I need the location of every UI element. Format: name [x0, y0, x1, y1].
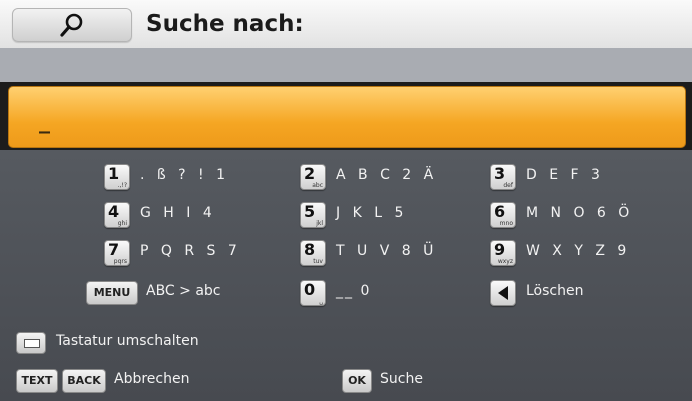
- toggle-key-icon: [16, 332, 46, 354]
- toggle-label: Tastatur umschalten: [56, 333, 199, 349]
- cancel-action[interactable]: TEXT BACK Abbrechen: [16, 368, 246, 396]
- key-4-label: G H I 4: [140, 205, 216, 221]
- menu-case-toggle[interactable]: MENU ABC > abc: [86, 280, 246, 308]
- header-strip: [0, 48, 692, 82]
- search-action[interactable]: OK Suche: [342, 368, 462, 396]
- arrow-left-icon: [498, 286, 508, 300]
- text-button[interactable]: TEXT: [16, 369, 58, 393]
- key-0-label: __ 0: [336, 283, 372, 299]
- keypad-panel: 1.,!? . ß ? ! 1 2 abc A B C 2 Ä 3 def D E …: [0, 150, 692, 401]
- keyboard-toggle[interactable]: Tastatur umschalten: [16, 330, 256, 358]
- search-screen: Suche nach: _ 1.,!? . ß ? ! 1 2 abc A B C…: [0, 0, 692, 401]
- key-7-label: P Q R S 7: [140, 243, 241, 259]
- key-3-label: D E F 3: [526, 167, 604, 183]
- delete-action[interactable]: Löschen: [490, 280, 620, 308]
- input-area: _: [0, 82, 692, 150]
- key-2-label: A B C 2 Ä: [336, 167, 438, 183]
- search-icon: [60, 13, 83, 37]
- cancel-label: Abbrechen: [114, 371, 190, 387]
- key-8-label: T U V 8 Ü: [336, 243, 438, 259]
- key-4-button: 4 ghi: [104, 202, 130, 228]
- search-input[interactable]: _: [8, 86, 686, 148]
- key-5-label: J K L 5: [336, 205, 408, 221]
- ok-button[interactable]: OK: [342, 369, 372, 393]
- key-3-button: 3 def: [490, 164, 516, 190]
- key-8-button: 8 tuv: [300, 240, 326, 266]
- header-bar: Suche nach:: [0, 0, 692, 49]
- key-9-label: W X Y Z 9: [526, 243, 631, 259]
- menu-label: ABC > abc: [146, 283, 221, 299]
- key-1-label: . ß ? ! 1: [140, 167, 230, 183]
- key-7-button: 7 pqrs: [104, 240, 130, 266]
- search-tab[interactable]: [12, 8, 132, 42]
- key-1-button: 1.,!?: [104, 164, 130, 190]
- page-title: Suche nach:: [146, 11, 304, 37]
- input-value: _: [39, 109, 50, 134]
- key-0-button: 0 ␣: [300, 280, 326, 306]
- key-9-button: 9 wxyz: [490, 240, 516, 266]
- menu-button[interactable]: MENU: [86, 281, 138, 305]
- back-button[interactable]: BACK: [62, 369, 106, 393]
- key-6-button: 6 mno: [490, 202, 516, 228]
- key-2-button: 2 abc: [300, 164, 326, 190]
- search-label: Suche: [380, 371, 423, 387]
- delete-button: [490, 280, 516, 306]
- key-5-button: 5 jkl: [300, 202, 326, 228]
- key-6-label: M N O 6 Ö: [526, 205, 634, 221]
- delete-label: Löschen: [526, 283, 584, 299]
